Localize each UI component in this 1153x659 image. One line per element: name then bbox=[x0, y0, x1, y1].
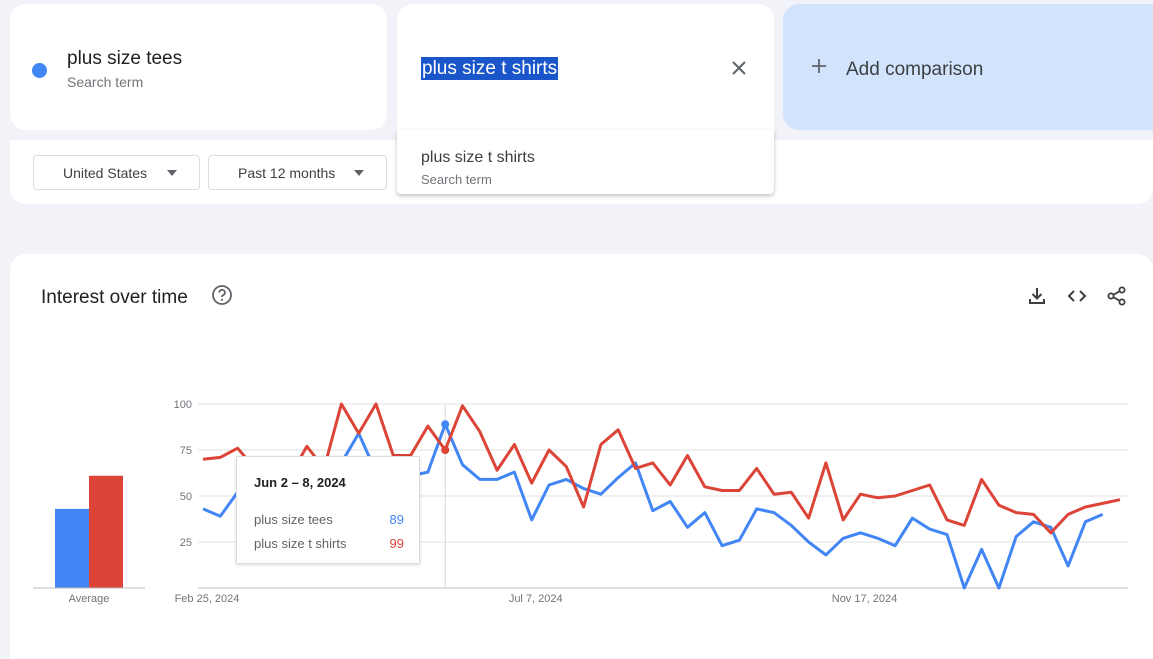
y-tick-label: 50 bbox=[180, 491, 192, 503]
x-tick-label: Jul 7, 2024 bbox=[509, 593, 563, 605]
y-tick-label: 25 bbox=[180, 537, 192, 549]
y-tick-label: 100 bbox=[174, 399, 192, 411]
tooltip-series-value: 89 bbox=[389, 512, 404, 527]
chart-tooltip: Jun 2 – 8, 2024 plus size tees 89 plus s… bbox=[236, 456, 420, 564]
average-bars: Average bbox=[33, 475, 145, 605]
y-tick-label: 75 bbox=[180, 445, 192, 457]
average-label: Average bbox=[69, 593, 110, 605]
tooltip-series-name: plus size t shirts bbox=[254, 536, 347, 551]
tooltip-row: plus size t shirts 99 bbox=[254, 536, 404, 551]
x-tick-label: Feb 25, 2024 bbox=[175, 593, 240, 605]
tooltip-series-value: 99 bbox=[389, 536, 404, 551]
x-tick-label: Nov 17, 2024 bbox=[832, 593, 897, 605]
average-bar bbox=[55, 508, 89, 588]
highlight-point bbox=[441, 446, 450, 454]
tooltip-date: Jun 2 – 8, 2024 bbox=[254, 475, 346, 490]
highlight-point bbox=[441, 420, 450, 429]
tooltip-row: plus size tees 89 bbox=[254, 512, 404, 527]
tooltip-series-name: plus size tees bbox=[254, 512, 333, 527]
interest-chart: Average 100 75 50 25 Feb 25, 2024 Jul 7, 2024… bbox=[33, 399, 1128, 605]
average-bar bbox=[89, 475, 123, 588]
